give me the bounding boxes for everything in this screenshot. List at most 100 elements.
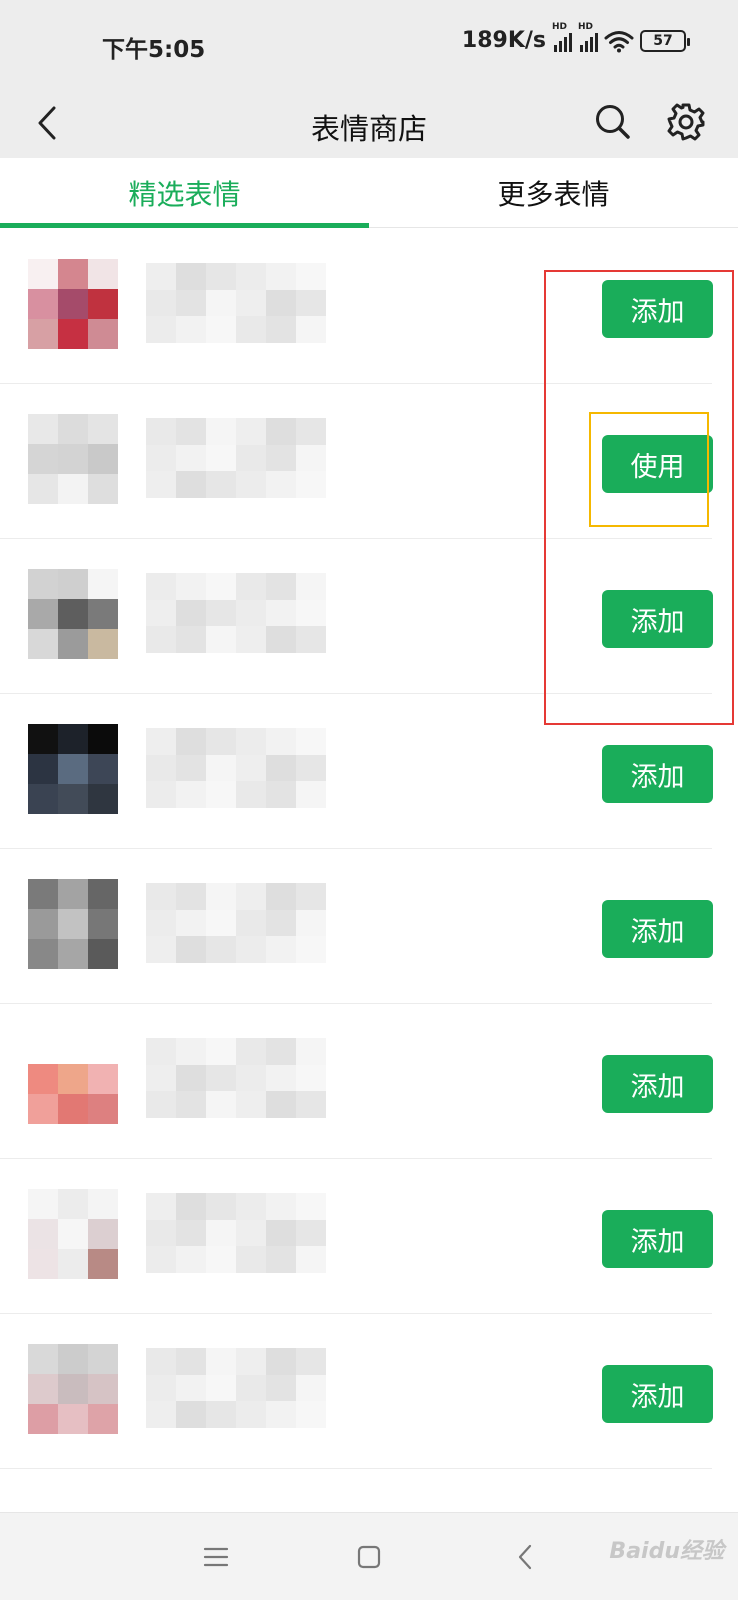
mosaic-cell — [296, 626, 326, 653]
mosaic-cell — [236, 263, 266, 290]
mosaic-cell — [296, 573, 326, 600]
mosaic-cell — [176, 1193, 206, 1220]
mosaic-cell — [296, 1091, 326, 1118]
mosaic-cell — [88, 784, 118, 814]
list-item[interactable]: 添加 — [0, 1004, 738, 1159]
mosaic-cell — [28, 1249, 58, 1279]
mosaic-cell — [236, 1038, 266, 1065]
menu-button[interactable] — [188, 1529, 244, 1585]
tab-more-stickers[interactable]: 更多表情 — [369, 158, 738, 228]
mosaic-cell — [206, 418, 236, 445]
add-button[interactable]: 添加 — [602, 280, 713, 338]
mosaic-cell — [176, 883, 206, 910]
list-item[interactable]: 添加 — [0, 849, 738, 1004]
mosaic-cell — [28, 939, 58, 969]
mosaic-cell — [176, 599, 206, 627]
mosaic-cell — [266, 883, 296, 910]
mosaic-cell — [28, 879, 58, 909]
status-time: 下午5:05 — [102, 37, 206, 63]
add-button[interactable]: 添加 — [602, 745, 713, 803]
list-item[interactable]: 添加 — [0, 229, 738, 384]
mosaic-cell — [58, 289, 88, 319]
add-button[interactable]: 添加 — [602, 590, 713, 648]
mosaic-cell — [176, 263, 206, 290]
back-nav-button[interactable] — [497, 1529, 553, 1585]
mosaic-cell — [146, 1038, 176, 1065]
sticker-thumbnail — [28, 724, 118, 814]
mosaic-cell — [206, 263, 236, 290]
mosaic-cell — [88, 939, 118, 969]
mosaic-cell — [266, 1091, 296, 1118]
mosaic-cell — [296, 263, 326, 290]
mosaic-cell — [266, 471, 296, 498]
mosaic-cell — [176, 1091, 206, 1118]
mosaic-cell — [266, 1038, 296, 1065]
add-button[interactable]: 添加 — [602, 900, 713, 958]
mosaic-cell — [88, 1034, 118, 1064]
tab-featured-stickers[interactable]: 精选表情 — [0, 158, 369, 228]
mosaic-cell — [236, 418, 266, 445]
mosaic-cell — [176, 316, 206, 343]
mosaic-cell — [28, 1374, 58, 1404]
list-item[interactable]: 添加 — [0, 1159, 738, 1314]
mosaic-cell — [266, 1193, 296, 1220]
mosaic-cell — [206, 1193, 236, 1220]
mosaic-cell — [28, 444, 58, 474]
mosaic-cell — [236, 573, 266, 600]
mosaic-cell — [58, 414, 88, 444]
mosaic-cell — [236, 471, 266, 498]
mosaic-cell — [28, 1404, 58, 1434]
add-button[interactable]: 添加 — [602, 1210, 713, 1268]
mosaic-cell — [146, 263, 176, 290]
mosaic-cell — [88, 1374, 118, 1404]
search-button[interactable] — [585, 94, 641, 150]
list-item[interactable]: 添加 — [0, 694, 738, 849]
list-item[interactable]: 添加 — [0, 539, 738, 694]
mosaic-cell — [176, 626, 206, 653]
back-button[interactable] — [20, 96, 74, 150]
mosaic-cell — [28, 569, 58, 599]
mosaic-cell — [88, 259, 118, 289]
mosaic-cell — [176, 573, 206, 600]
mosaic-cell — [236, 754, 266, 782]
mosaic-cell — [206, 626, 236, 653]
mosaic-cell — [146, 1091, 176, 1118]
battery-level: 57 — [653, 32, 673, 49]
mosaic-cell — [146, 444, 176, 472]
mosaic-cell — [146, 316, 176, 343]
divider — [0, 1468, 712, 1469]
mosaic-cell — [58, 599, 88, 629]
mosaic-cell — [296, 1219, 326, 1247]
mosaic-cell — [236, 1348, 266, 1375]
use-button[interactable]: 使用 — [602, 435, 713, 493]
add-button[interactable]: 添加 — [602, 1365, 713, 1423]
mosaic-cell — [206, 754, 236, 782]
mosaic-cell — [296, 1246, 326, 1273]
home-button[interactable] — [341, 1529, 397, 1585]
home-square-icon — [357, 1545, 381, 1569]
list-item[interactable]: 添加 — [0, 1314, 738, 1469]
gear-icon — [667, 103, 705, 141]
mosaic-cell — [88, 1094, 118, 1124]
mosaic-cell — [206, 781, 236, 808]
mosaic-cell — [296, 1374, 326, 1402]
mosaic-cell — [146, 1064, 176, 1092]
mosaic-cell — [58, 724, 88, 754]
mosaic-cell — [236, 909, 266, 937]
mosaic-cell — [146, 599, 176, 627]
add-button[interactable]: 添加 — [602, 1055, 713, 1113]
hd-label: HD — [552, 21, 568, 32]
mosaic-cell — [88, 319, 118, 349]
mosaic-cell — [206, 316, 236, 343]
mosaic-cell — [28, 629, 58, 659]
list-item[interactable]: 使用 — [0, 384, 738, 539]
mosaic-cell — [176, 289, 206, 317]
mosaic-cell — [206, 599, 236, 627]
mosaic-cell — [176, 1401, 206, 1428]
mosaic-cell — [146, 1193, 176, 1220]
mosaic-cell — [58, 1374, 88, 1404]
mosaic-cell — [206, 1401, 236, 1428]
settings-button[interactable] — [658, 94, 714, 150]
mosaic-cell — [88, 289, 118, 319]
mosaic-cell — [28, 289, 58, 319]
